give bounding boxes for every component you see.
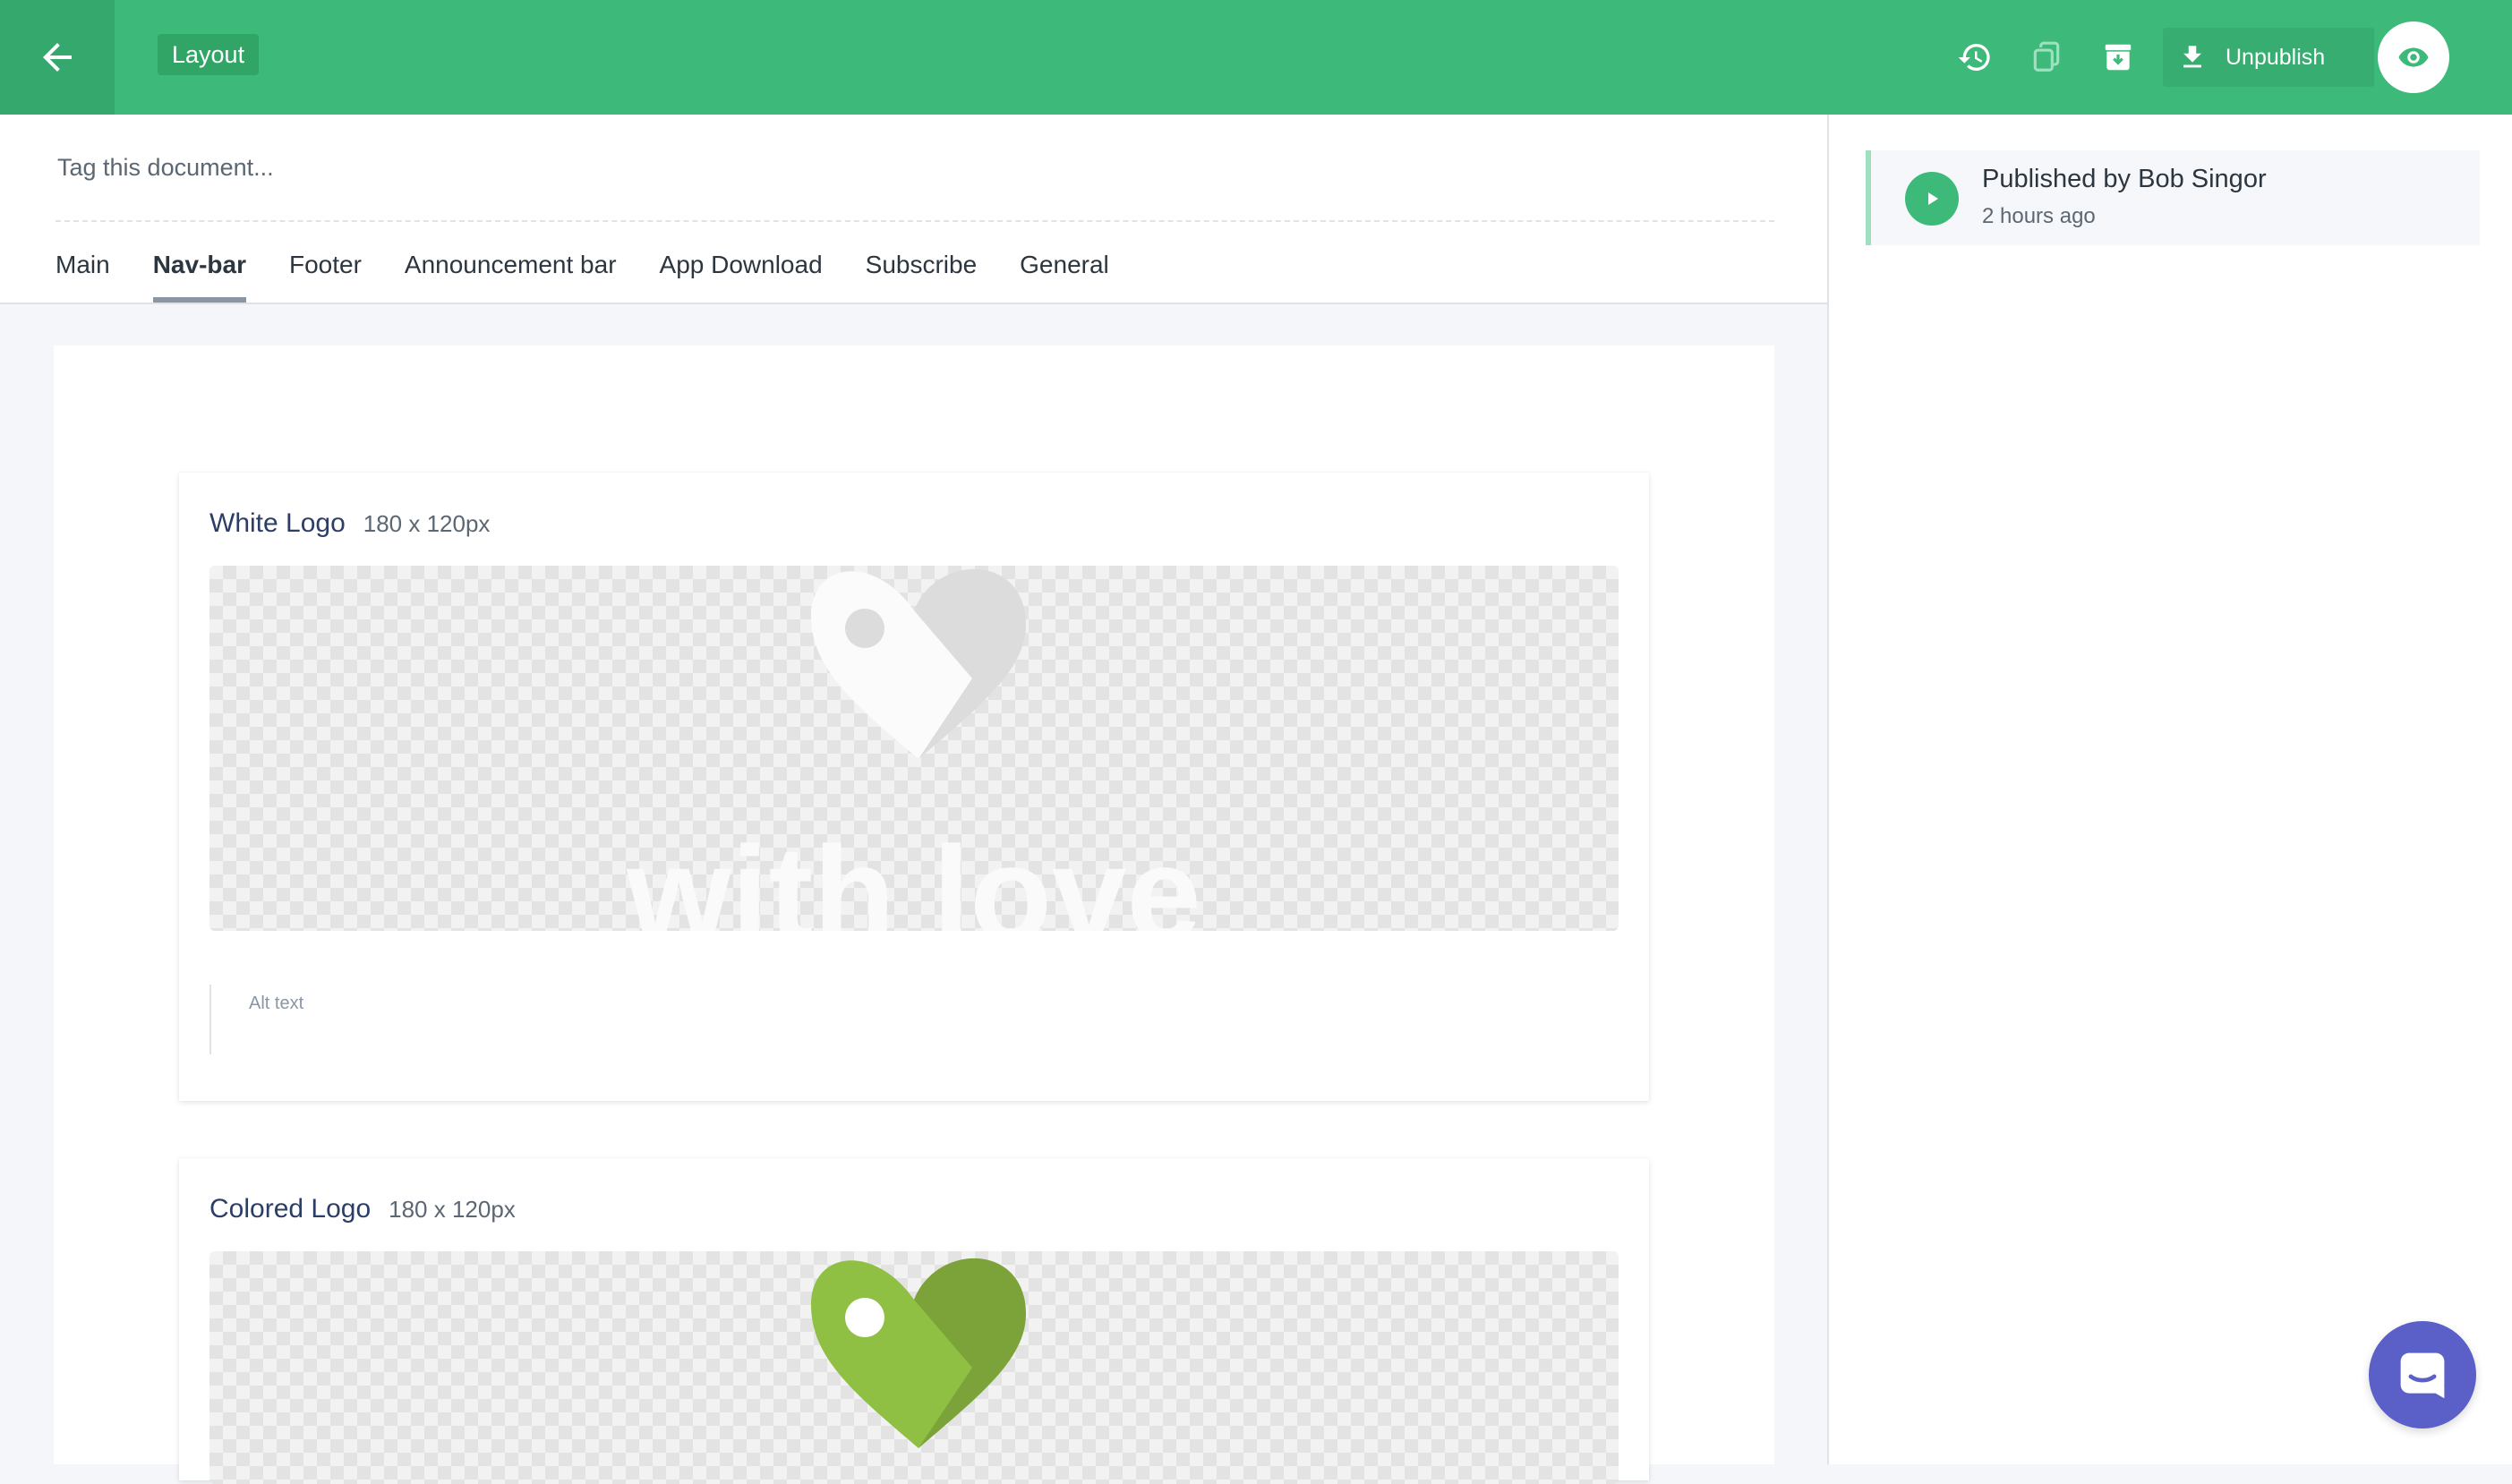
top-bar: Layout Unpublish <box>0 0 2512 115</box>
unpublish-label: Unpublish <box>2226 44 2326 70</box>
archive-button[interactable] <box>2098 38 2138 77</box>
tag-input[interactable] <box>56 145 1778 190</box>
logo-text: with love <box>626 818 1201 931</box>
field-title: White Logo <box>209 508 346 538</box>
eye-icon <box>2398 47 2429 67</box>
tab-nav-bar[interactable]: Nav-bar <box>152 242 247 303</box>
chat-launcher-button[interactable] <box>2369 1321 2476 1429</box>
tab-subscribe[interactable]: Subscribe <box>866 242 978 303</box>
chat-icon <box>2400 1352 2445 1399</box>
tab-footer[interactable]: Footer <box>289 242 362 303</box>
status-title: Published by Bob Singor <box>1982 165 2267 193</box>
tag-divider <box>56 220 1774 222</box>
duplicate-button[interactable] <box>2027 38 2066 77</box>
arrow-left-icon <box>43 43 72 72</box>
archive-icon <box>2105 44 2132 71</box>
status-time: 2 hours ago <box>1982 204 2096 228</box>
history-button[interactable] <box>1955 38 1995 77</box>
tab-general[interactable]: General <box>1020 242 1109 303</box>
logo-image: with love <box>626 568 1201 931</box>
download-icon <box>2177 42 2208 72</box>
play-icon <box>1905 172 1959 226</box>
publish-status-card[interactable]: Published by Bob Singor 2 hours ago <box>1866 150 2480 245</box>
tab-main[interactable]: Main <box>56 242 110 303</box>
field-title: Colored Logo <box>209 1194 372 1224</box>
tab-app-download[interactable]: App Download <box>660 242 823 303</box>
tab-announcement-bar[interactable]: Announcement bar <box>405 242 617 303</box>
field-dimensions: 180 x 120px <box>363 510 491 537</box>
alt-text-field[interactable]: Alt text <box>209 985 1620 1054</box>
tab-bar: Main Nav-bar Footer Announcement bar App… <box>56 242 1152 303</box>
preview-button[interactable] <box>2378 21 2449 93</box>
unpublish-button[interactable]: Unpublish <box>2163 28 2374 87</box>
copy-icon <box>2033 41 2060 72</box>
field-title-row: White Logo 180 x 120px <box>209 508 490 539</box>
history-panel <box>1829 115 2512 1464</box>
image-upload-area[interactable] <box>209 1251 1619 1484</box>
alt-text-label: Alt text <box>249 994 304 1013</box>
image-field-card: Colored Logo 180 x 120px <box>179 1158 1649 1484</box>
image-upload-area[interactable]: with love <box>209 566 1619 931</box>
image-field-card: White Logo 180 x 120px with love Alt text <box>179 473 1649 1101</box>
history-icon <box>1958 44 1990 71</box>
back-button[interactable] <box>0 0 115 115</box>
field-title-row: Colored Logo 180 x 120px <box>209 1194 516 1224</box>
logo-image <box>811 1258 1026 1448</box>
document-type-label: Layout <box>158 34 260 75</box>
field-dimensions: 180 x 120px <box>389 1196 516 1223</box>
